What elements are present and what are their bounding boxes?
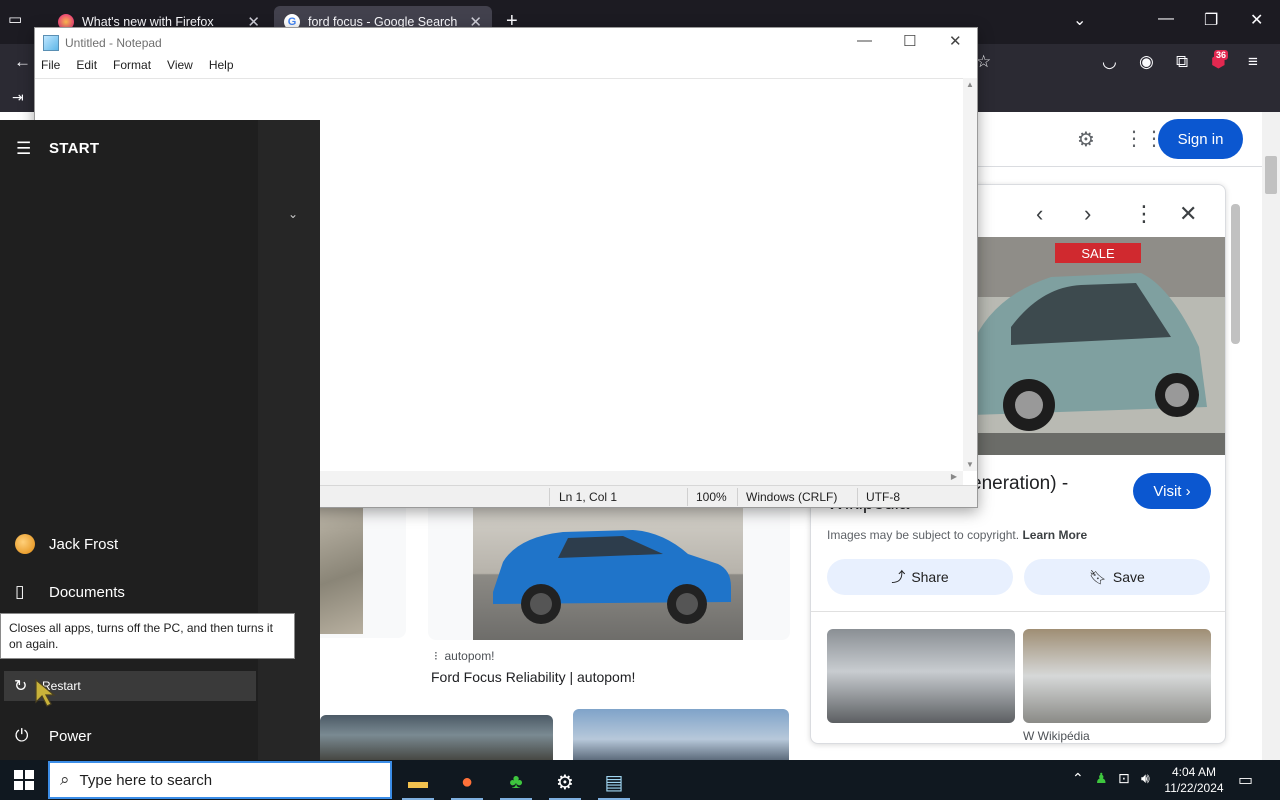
back-icon[interactable]: ← (14, 52, 31, 72)
restart-tooltip: Closes all apps, turns off the PC, and t… (0, 613, 295, 659)
learn-more-link[interactable]: Learn More (1022, 528, 1087, 542)
panel-divider (811, 611, 1225, 612)
list-all-tabs-icon[interactable]: ▭ (8, 10, 30, 32)
search-icon: ⌕ (60, 770, 70, 789)
result-image[interactable] (320, 715, 553, 760)
taskbar: ⌕ Type here to search ▬ ● ♣ ⚙ ▤ ⌃ ♟ ⊡ 🔊︎… (0, 760, 1280, 800)
extensions-icon[interactable]: ⧉ (1176, 52, 1188, 72)
related-image[interactable] (827, 629, 1015, 723)
previous-image-icon[interactable]: ‹ (1036, 201, 1043, 227)
menu-edit[interactable]: Edit (76, 58, 97, 78)
firefox-icon[interactable]: ● (447, 764, 487, 800)
sale-sign-text: SALE (1081, 246, 1115, 261)
result-image[interactable] (573, 709, 789, 760)
system-clock[interactable]: 4:04 AM 11/22/2024 (1163, 764, 1225, 796)
scroll-up-icon[interactable]: ▲ (966, 80, 974, 89)
cursor-position: Ln 1, Col 1 (559, 490, 618, 504)
related-image[interactable] (1023, 629, 1211, 723)
start-title: START (49, 140, 100, 157)
start-power[interactable]: ⏻ Power (0, 716, 258, 756)
document-icon: ▯ (15, 582, 25, 601)
save-button[interactable]: 🔖︎ Save (1024, 559, 1210, 595)
blue-car-illustration (493, 530, 731, 624)
taskbar-search-box[interactable]: ⌕ Type here to search (48, 761, 392, 799)
result-card[interactable] (428, 492, 790, 640)
maximize-icon[interactable]: ☐ (903, 32, 916, 50)
next-image-icon[interactable]: › (1084, 201, 1091, 227)
notepad-icon[interactable]: ▤ (594, 764, 634, 800)
grey-car-illustration: SALE (971, 237, 1225, 455)
windows-start-icon[interactable] (14, 770, 34, 790)
power-icon: ⏻ (15, 726, 29, 745)
more-options-icon[interactable]: ⋮ (1133, 201, 1155, 227)
bookmark-star-icon[interactable]: ☆ (976, 52, 991, 72)
scroll-down-icon[interactable]: ▼ (966, 460, 974, 469)
close-window-icon[interactable]: ✕ (1250, 10, 1263, 30)
restore-icon[interactable]: ❐ (1204, 10, 1218, 30)
restart-icon: ↻ (14, 678, 28, 695)
menu-icon[interactable]: ≡ (1248, 52, 1258, 72)
result-image-blue-focus[interactable] (473, 492, 743, 640)
start-documents[interactable]: ▯ Documents (0, 572, 258, 612)
file-explorer-icon[interactable]: ▬ (398, 764, 438, 800)
pocket-icon[interactable]: ◡ (1102, 52, 1117, 72)
start-menu-rail (0, 120, 258, 760)
close-icon[interactable]: ✕ (949, 32, 962, 50)
result-source: ⁝ autopom! (434, 649, 495, 663)
copyright-notice: Images may be subject to copyright. Lear… (827, 528, 1088, 542)
start-menu: ☰ START ⌄ Jack Frost ▯ Documents ↻ Resta… (0, 120, 320, 760)
settings-gear-icon[interactable]: ⚙ (1077, 127, 1095, 152)
user-tray-icon[interactable]: ♟ (1095, 770, 1108, 787)
people-app-icon[interactable]: ♣ (496, 764, 536, 800)
menu-view[interactable]: View (167, 58, 193, 78)
notepad-titlebar[interactable]: Untitled - Notepad (35, 28, 977, 58)
window-title: Untitled - Notepad (65, 36, 162, 50)
encoding: UTF-8 (866, 490, 900, 504)
close-panel-icon[interactable]: ✕ (1179, 201, 1197, 227)
related-source: W Wikipédia (1023, 729, 1090, 743)
notepad-app-icon (43, 35, 59, 51)
start-user-account[interactable]: Jack Frost (0, 524, 258, 564)
page-scrollbar[interactable] (1262, 112, 1280, 760)
mouse-cursor-icon (35, 678, 56, 707)
zoom-level: 100% (696, 490, 727, 504)
chevron-down-icon[interactable]: ⌄ (288, 207, 298, 221)
settings-icon[interactable]: ⚙ (545, 764, 585, 800)
minimize-icon[interactable]: — (1158, 10, 1174, 28)
menu-format[interactable]: Format (113, 58, 151, 78)
menu-file[interactable]: File (41, 58, 60, 78)
scroll-right-icon[interactable]: ▶ (951, 472, 957, 481)
panel-scrollbar[interactable] (1228, 184, 1242, 744)
notepad-menubar: File Edit Format View Help (35, 58, 977, 78)
minimize-icon[interactable]: — (857, 32, 872, 49)
vertical-scrollbar[interactable]: ▲ ▼ (963, 78, 977, 471)
result-title-link[interactable]: Ford Focus Reliability | autopom! (431, 669, 635, 685)
import-bookmarks-icon[interactable]: ⇥ (12, 89, 24, 106)
volume-icon[interactable]: 🔊︎ (1141, 770, 1150, 787)
avatar (15, 534, 35, 554)
hamburger-menu-icon[interactable]: ☰ (16, 139, 31, 159)
account-icon[interactable]: ◉ (1139, 52, 1154, 72)
line-ending: Windows (CRLF) (746, 490, 838, 504)
chevron-down-icon[interactable]: ⌄ (1073, 10, 1086, 30)
sign-in-button[interactable]: Sign in (1158, 119, 1243, 159)
share-button[interactable]: ⤴ Share (827, 559, 1013, 595)
network-icon[interactable]: ⊡ (1118, 770, 1130, 787)
notifications-icon[interactable]: ▭ (1238, 770, 1253, 790)
menu-help[interactable]: Help (209, 58, 234, 78)
bookmark-icon: 🔖︎ (1089, 568, 1107, 585)
result-card[interactable] (310, 492, 406, 638)
share-icon: ⤴ (891, 569, 906, 585)
show-hidden-icons-icon[interactable]: ⌃ (1072, 770, 1084, 787)
visit-button[interactable]: Visit › (1133, 473, 1211, 509)
extension-badge: 36 (1214, 50, 1229, 60)
preview-image-ford-focus[interactable]: SALE (971, 237, 1225, 455)
